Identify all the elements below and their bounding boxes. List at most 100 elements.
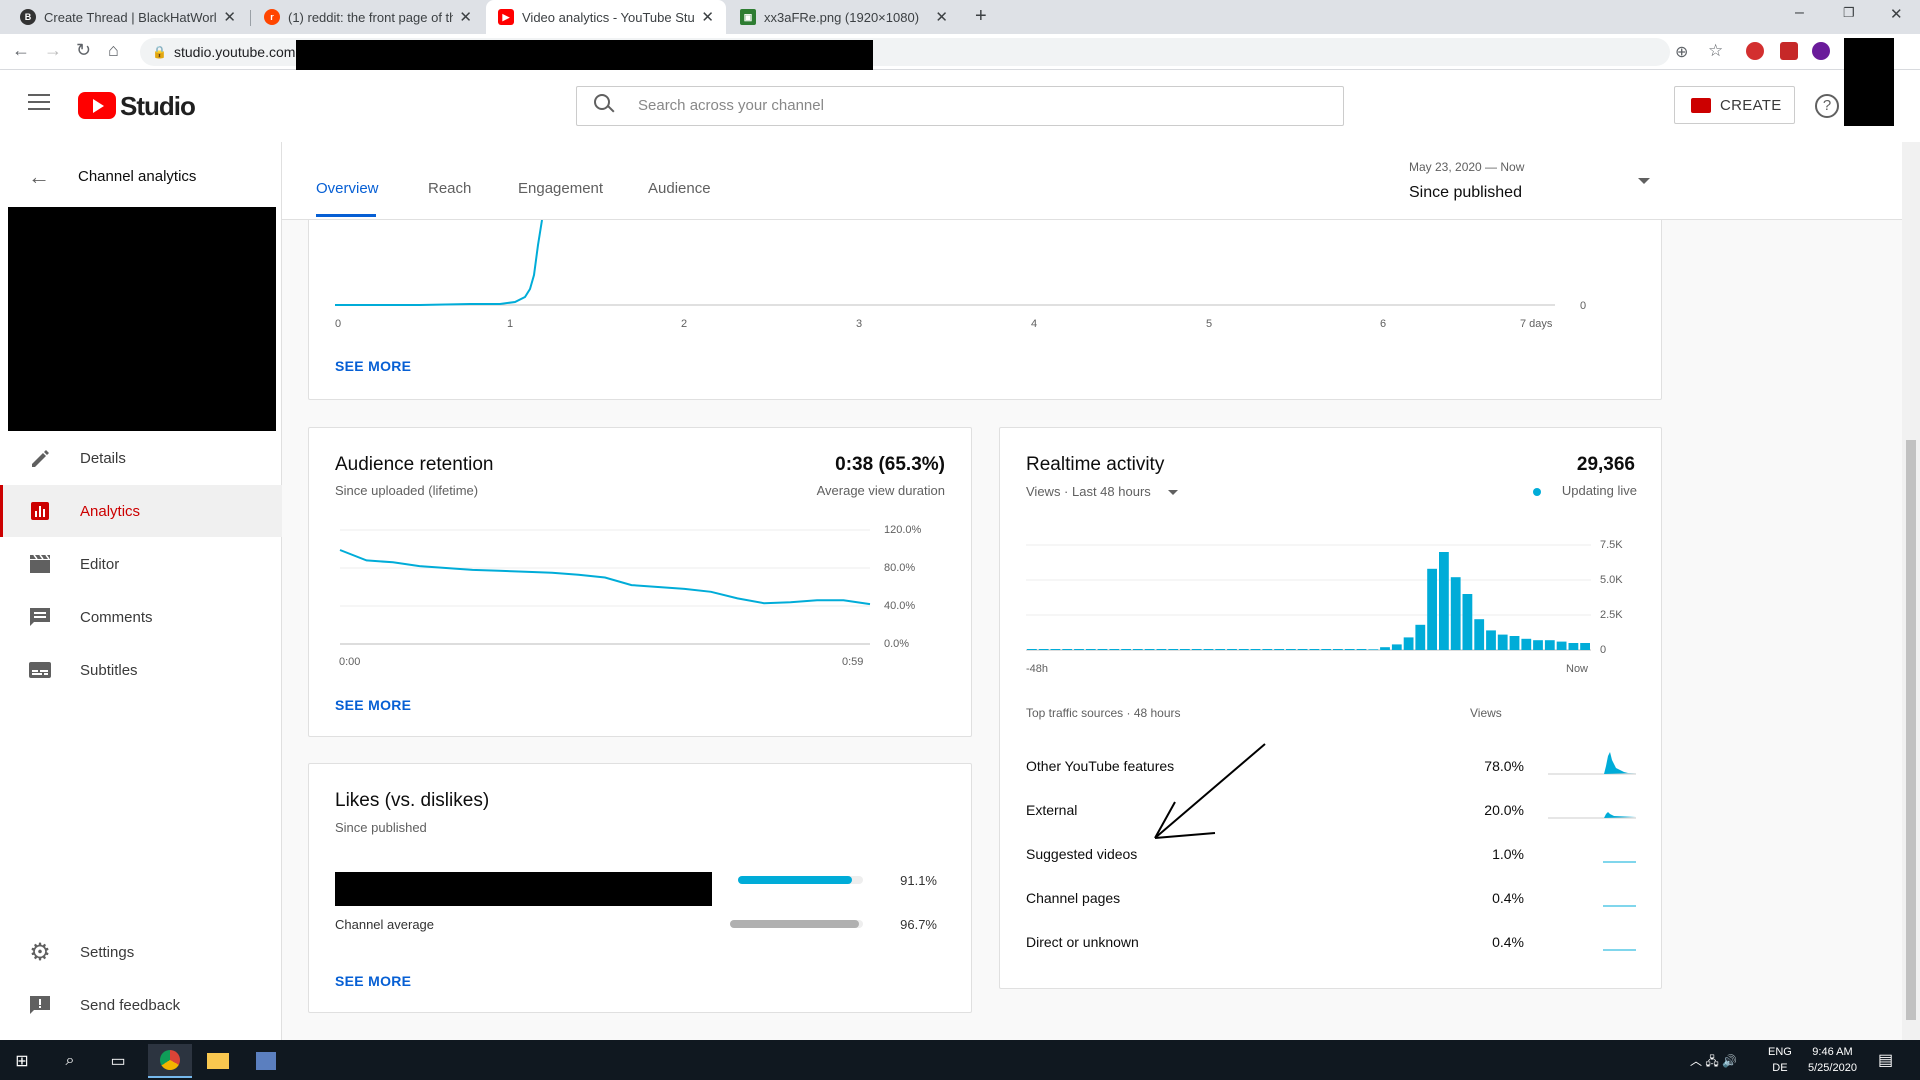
realtime-bar[interactable] [1062,649,1073,650]
forward-icon[interactable]: → [44,40,62,61]
file-explorer-icon[interactable] [196,1044,240,1078]
hamburger-menu-icon[interactable] [28,94,50,110]
traffic-row[interactable]: External 20.0% [1026,788,1636,832]
realtime-bar[interactable] [1497,634,1508,650]
realtime-bar[interactable] [1227,649,1237,650]
task-view-icon[interactable]: ▭ [96,1044,140,1078]
realtime-bar[interactable] [1391,644,1402,650]
chevron-down-icon[interactable] [1168,490,1178,495]
video-thumbnail[interactable] [8,207,276,431]
browser-tab-4[interactable]: ▣ xx3aFRe.png (1920×1080) ✕ [728,0,960,34]
windows-start-icon[interactable]: ⊞ [0,1044,44,1078]
browser-tab-1[interactable]: B Create Thread | BlackHatWorld ✕ [8,0,248,34]
realtime-bar[interactable] [1462,594,1473,650]
create-button[interactable]: CREATE [1674,86,1795,124]
url-text[interactable]: studio.youtube.com [174,44,295,60]
realtime-bar[interactable] [1274,649,1284,650]
realtime-bar[interactable] [1474,619,1485,650]
zoom-icon[interactable]: ⊕ [1675,42,1688,62]
chevron-down-icon[interactable] [1638,178,1650,184]
sidebar-item-send-feedback[interactable]: Send feedback [0,979,282,1031]
clock[interactable]: 9:46 AM 5/25/2020 [1808,1044,1857,1076]
realtime-bar[interactable] [1309,649,1320,650]
traffic-row[interactable]: Direct or unknown 0.4% [1026,920,1636,964]
browser-tab-2[interactable]: r (1) reddit: the front page of the inte… [252,0,484,34]
realtime-bar[interactable] [1368,649,1379,650]
realtime-bar[interactable] [1168,649,1179,650]
help-icon[interactable]: ? [1815,94,1839,118]
close-window-icon[interactable]: ✕ [1890,5,1903,23]
realtime-range-select[interactable]: Views · Last 48 hours [1026,484,1151,499]
realtime-bar[interactable] [1333,649,1343,650]
realtime-bar[interactable] [1568,643,1579,650]
realtime-bar[interactable] [1191,649,1202,650]
tab-audience[interactable]: Audience [648,180,711,197]
youtube-logo-icon[interactable] [78,92,116,119]
sidebar-item-details[interactable]: Details [0,432,282,484]
close-tab-icon[interactable]: ✕ [935,8,948,26]
realtime-bar[interactable] [1544,640,1555,650]
realtime-bar[interactable] [1450,577,1461,650]
realtime-bar[interactable] [1533,640,1543,650]
minimize-icon[interactable]: – [1795,4,1804,22]
realtime-bar[interactable] [1403,637,1414,650]
realtime-bar[interactable] [1121,649,1131,650]
tab-overview[interactable]: Overview [316,180,379,197]
realtime-bar[interactable] [1250,649,1261,650]
realtime-bar[interactable] [1321,649,1332,650]
close-tab-icon[interactable]: ✕ [223,8,236,26]
realtime-bar[interactable] [1156,649,1167,650]
realtime-bar[interactable] [1180,649,1190,650]
realtime-bar[interactable] [1344,649,1355,650]
realtime-bar[interactable] [1203,649,1214,650]
realtime-bar[interactable] [1439,552,1449,650]
likes-see-more-link[interactable]: SEE MORE [335,973,411,989]
realtime-bar[interactable] [1238,649,1249,650]
realtime-bar[interactable] [1132,649,1143,650]
browser-tab-3[interactable]: ▶ Video analytics - YouTube Studio ✕ [486,0,726,34]
extension-icon[interactable] [1812,42,1830,60]
tray-icons[interactable]: ︿ 🖧 🔊 [1690,1052,1737,1073]
studio-logo-text[interactable]: Studio [120,91,196,122]
realtime-bar[interactable] [1097,649,1108,650]
traffic-row[interactable]: Suggested videos 1.0% [1026,832,1636,876]
realtime-bar[interactable] [1380,647,1390,650]
realtime-bar[interactable] [1085,649,1096,650]
retention-see-more-link[interactable]: SEE MORE [335,697,411,713]
sidebar-item-analytics[interactable]: Analytics [0,485,282,537]
realtime-bar[interactable] [1286,649,1296,650]
traffic-row[interactable]: Other YouTube features 78.0% [1026,744,1636,788]
views-see-more-link[interactable]: SEE MORE [335,358,411,374]
realtime-bar[interactable] [1356,649,1367,650]
sidebar-item-subtitles[interactable]: Subtitles [0,644,282,696]
home-icon[interactable]: ⌂ [108,40,119,61]
realtime-bar[interactable] [1027,649,1037,650]
search-input[interactable]: Search across your channel [638,97,824,114]
tab-reach[interactable]: Reach [428,180,471,197]
realtime-bar[interactable] [1050,649,1061,650]
adblock-icon[interactable] [1746,42,1764,60]
realtime-bar[interactable] [1038,649,1049,650]
notifications-icon[interactable]: ▤ [1878,1050,1893,1070]
close-tab-icon[interactable]: ✕ [459,8,472,26]
sidebar-item-editor[interactable]: Editor [0,538,282,590]
realtime-bar[interactable] [1427,568,1437,650]
realtime-bar[interactable] [1415,624,1426,650]
back-icon[interactable]: ← [12,40,30,61]
sidebar-item-comments[interactable]: Comments [0,591,282,643]
new-tab-button[interactable]: + [975,5,987,28]
realtime-bar[interactable] [1144,649,1155,650]
realtime-bar[interactable] [1486,630,1496,650]
chrome-taskbar-icon[interactable] [148,1044,192,1078]
realtime-bar[interactable] [1580,643,1590,650]
realtime-bar[interactable] [1509,636,1520,650]
back-arrow-icon[interactable]: ← [28,164,50,190]
search-taskbar-icon[interactable]: ⌕ [48,1044,92,1078]
scrollbar-thumb[interactable] [1906,440,1916,1020]
reload-icon[interactable]: ↻ [76,40,91,61]
app-taskbar-icon[interactable] [244,1044,288,1078]
close-tab-icon[interactable]: ✕ [701,8,714,26]
realtime-bar[interactable] [1262,649,1273,650]
tab-engagement[interactable]: Engagement [518,180,603,197]
traffic-row[interactable]: Channel pages 0.4% [1026,876,1636,920]
